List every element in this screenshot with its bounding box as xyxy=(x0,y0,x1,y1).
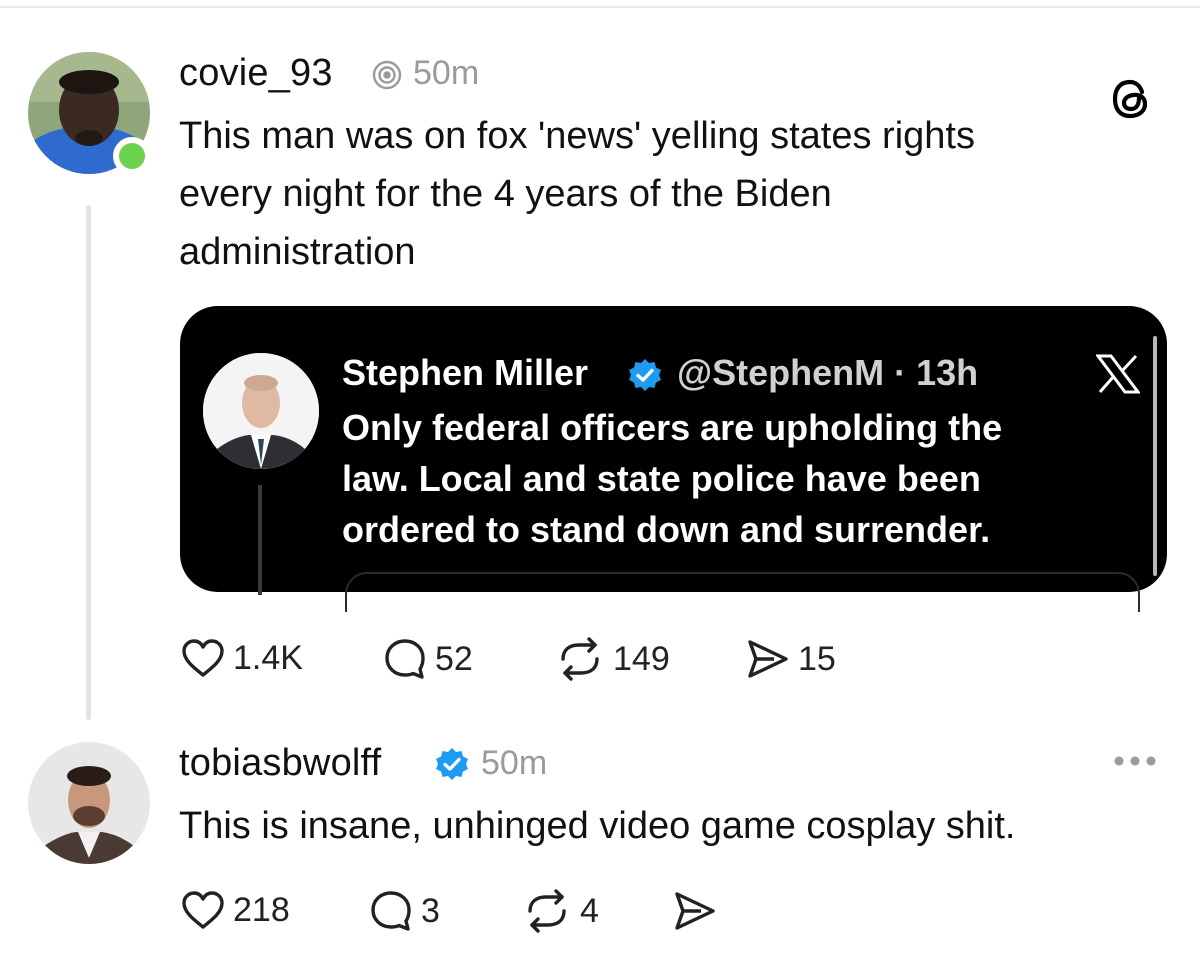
post-time: 50m xyxy=(413,54,480,92)
repost-arrows-icon xyxy=(522,889,572,933)
threads-logo-icon[interactable] xyxy=(1110,78,1152,125)
repost-arrows-icon xyxy=(555,637,605,681)
send-icon xyxy=(746,638,790,680)
edit-indicator-icon xyxy=(370,58,404,97)
comment-bubble-icon xyxy=(369,889,413,933)
heart-icon xyxy=(181,890,225,930)
embed-body-line-3: ordered to stand down and surrender. xyxy=(342,509,991,550)
avatar-stephen-miller xyxy=(203,353,319,469)
share-button[interactable] xyxy=(673,890,717,932)
repost-button[interactable]: 4 xyxy=(522,889,599,933)
reply-button[interactable]: 52 xyxy=(383,637,473,681)
post-text-line-1: This man was on fox 'news' yelling state… xyxy=(179,115,975,157)
reply-button[interactable]: 3 xyxy=(369,889,440,933)
embed-thread-line xyxy=(258,485,262,595)
embed-handle-time: @StephenM · 13h xyxy=(677,352,979,393)
reply-count: 3 xyxy=(421,891,440,930)
repost-count: 149 xyxy=(613,639,670,678)
embed-body-line-2: law. Local and state police have been xyxy=(342,458,981,499)
avatar-tobiasbwolff[interactable] xyxy=(28,742,150,864)
comment-bubble-icon xyxy=(383,637,427,681)
post-text: This is insane, unhinged video game cosp… xyxy=(179,805,1016,847)
embed-quoted-card[interactable] xyxy=(345,572,1140,612)
send-icon xyxy=(673,890,717,932)
verified-badge-icon xyxy=(434,746,470,787)
like-count: 1.4K xyxy=(233,638,303,677)
verified-badge-icon xyxy=(627,357,663,398)
like-button[interactable]: 1.4K xyxy=(181,638,303,678)
online-status-dot xyxy=(113,137,151,175)
reply-count: 52 xyxy=(435,639,473,678)
embed-body-line-1: Only federal officers are upholding the xyxy=(342,407,1003,448)
repost-button[interactable]: 149 xyxy=(555,637,670,681)
post-username[interactable]: covie_93 xyxy=(179,52,333,95)
more-options-icon[interactable] xyxy=(1112,754,1158,773)
embed-author-name: Stephen Miller xyxy=(342,352,589,393)
thread-connector-line xyxy=(86,205,91,720)
share-count: 15 xyxy=(798,639,836,678)
like-count: 218 xyxy=(233,890,290,929)
x-logo-icon[interactable] xyxy=(1095,354,1141,399)
post-text-line-3: administration xyxy=(179,231,416,273)
post-text-line-2: every night for the 4 years of the Biden xyxy=(179,173,832,215)
post-username[interactable]: tobiasbwolff xyxy=(179,742,381,785)
share-button[interactable]: 15 xyxy=(746,638,836,680)
post-time: 50m xyxy=(481,744,548,782)
heart-icon xyxy=(181,638,225,678)
like-button[interactable]: 218 xyxy=(181,890,290,930)
repost-count: 4 xyxy=(580,891,599,930)
embed-scrollbar xyxy=(1153,336,1157,576)
embed-body-text: Only federal officers are upholding the … xyxy=(342,402,1102,555)
top-divider xyxy=(0,6,1200,8)
